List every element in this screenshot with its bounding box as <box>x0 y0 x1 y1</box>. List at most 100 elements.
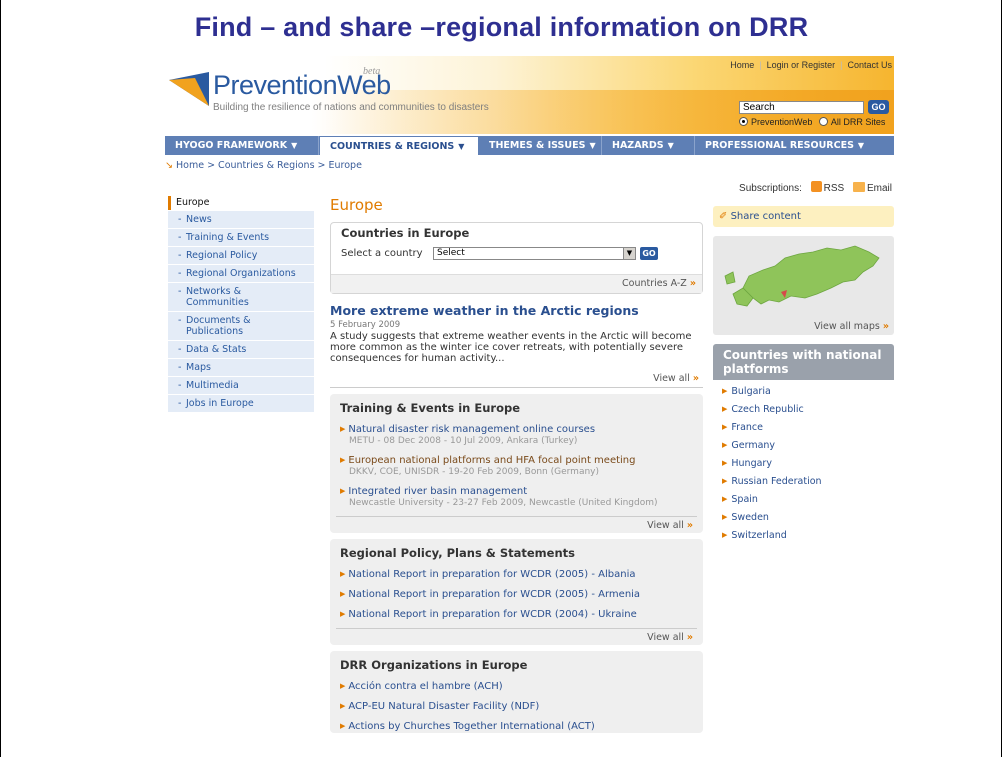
email-icon[interactable] <box>852 182 865 192</box>
contact-us-link[interactable]: Contact Us <box>847 60 892 70</box>
top-links: Home | Login or Register | Contact Us <box>730 60 892 70</box>
list-item-germany[interactable]: ▶ Germany <box>722 440 894 451</box>
logo-beta-label: beta <box>363 66 381 77</box>
map-thumbnail[interactable]: View all maps » <box>713 236 894 335</box>
training-view-all[interactable]: View all » <box>336 516 697 533</box>
sidebar-item-networks-communities[interactable]: - Networks & Communities <box>168 282 314 311</box>
chevron-down-icon: ▼ <box>667 141 674 150</box>
bullet-arrow-icon: ▶ <box>722 423 728 431</box>
list-item-france[interactable]: ▶ France <box>722 422 894 433</box>
search-go-button[interactable]: GO <box>868 100 889 114</box>
bullet-arrow-icon: ▶ <box>340 425 346 433</box>
share-content-button[interactable]: ✐ Share content <box>713 206 894 227</box>
bullet-arrow-icon: ▶ <box>722 405 728 413</box>
sidebar-item-training-events[interactable]: - Training & Events <box>168 228 314 246</box>
list-item-hungary[interactable]: ▶ Hungary <box>722 458 894 469</box>
bullet-arrow-icon: ▶ <box>340 456 346 464</box>
chevron-down-icon[interactable]: ▼ <box>623 248 635 259</box>
search-input[interactable]: Search <box>739 101 864 114</box>
list-item[interactable]: ▶ Natural disaster risk management online… <box>340 423 693 447</box>
drr-organizations-panel: DRR Organizations in Europe ▶ Acción cont… <box>330 651 703 733</box>
sidebar-item-news[interactable]: - News <box>168 210 314 228</box>
bullet-arrow-icon: ▶ <box>722 531 728 539</box>
list-item[interactable]: ▶ ACP-EU Natural Disaster Facility (NDF) <box>340 700 693 713</box>
nav-countries-regions[interactable]: COUNTRIES & REGIONS ▼ <box>319 136 479 155</box>
chevron-down-icon: ▼ <box>291 141 298 150</box>
sidebar-item-maps[interactable]: - Maps <box>168 358 314 376</box>
list-item-switzerland[interactable]: ▶ Switzerland <box>722 530 894 541</box>
list-item[interactable]: ▶ Actions by Churches Together Internatio… <box>340 720 693 733</box>
countries-box: Countries in Europe Select a country Sel… <box>330 222 703 294</box>
left-sidebar: Europe - News - Training & Events - Regiona… <box>168 196 314 412</box>
list-item[interactable]: ▶ European national platforms and HFA foc… <box>340 454 693 478</box>
right-column: ✐ Share content View all maps » Countrie… <box>713 206 894 548</box>
subscriptions: Subscriptions: RSS Email <box>739 181 892 194</box>
bullet-arrow-icon: ▶ <box>722 513 728 521</box>
nav-hazards[interactable]: HAZARDS ▼ <box>602 136 695 155</box>
drr-organizations-heading: DRR Organizations in Europe <box>340 658 528 672</box>
bullet-arrow-icon: ▶ <box>722 459 728 467</box>
sidebar-item-regional-organizations[interactable]: - Regional Organizations <box>168 264 314 282</box>
all-drr-sites-radio[interactable] <box>818 117 828 126</box>
chevron-down-icon: ▼ <box>589 141 596 150</box>
sidebar-item-jobs[interactable]: - Jobs in Europe <box>168 394 314 412</box>
home-link[interactable]: Home <box>730 60 754 70</box>
sidebar-heading[interactable]: Europe <box>168 196 314 210</box>
list-item[interactable]: ▶ Integrated river basin management Newcas… <box>340 485 693 509</box>
list-item[interactable]: ▶ National Report in preparation for WCDR… <box>340 568 693 581</box>
bullet-arrow-icon: ▶ <box>340 590 346 598</box>
countries-box-heading: Countries in Europe <box>341 226 470 240</box>
slide-border-left <box>0 0 1 757</box>
training-events-panel: Training & Events in Europe ▶ Natural dis… <box>330 394 703 533</box>
sidebar-item-documents-publications[interactable]: - Documents & Publications <box>168 311 314 340</box>
country-go-button[interactable]: GO <box>640 247 658 260</box>
policy-view-all[interactable]: View all » <box>336 628 697 645</box>
list-item-russian-federation[interactable]: ▶ Russian Federation <box>722 476 894 487</box>
select-country-label: Select a country <box>341 248 423 259</box>
email-link[interactable]: Email <box>867 183 892 194</box>
view-all-maps-link[interactable]: View all maps » <box>814 321 889 332</box>
sidebar-item-regional-policy[interactable]: - Regional Policy <box>168 246 314 264</box>
regional-policy-panel: Regional Policy, Plans & Statements ▶ Nat… <box>330 539 703 645</box>
news-summary: A study suggests that extreme weather ev… <box>330 331 692 364</box>
breadcrumb: ↘ Home > Countries & Regions > Europe <box>165 160 362 171</box>
rss-link[interactable]: RSS <box>824 183 845 194</box>
news-headline[interactable]: More extreme weather in the Arctic regio… <box>330 303 703 318</box>
slide-title: Find – and share –regional information o… <box>194 12 809 42</box>
login-register-link[interactable]: Login or Register <box>767 60 836 70</box>
news-view-all[interactable]: View all » <box>330 370 703 388</box>
chevron-down-icon: ▼ <box>458 142 465 151</box>
list-item[interactable]: ▶ National Report in preparation for WCDR… <box>340 588 693 601</box>
preventionweb-radio[interactable] <box>739 117 748 126</box>
countries-az-link[interactable]: Countries A-Z » <box>331 274 702 293</box>
national-platforms-heading: Countries with national platforms <box>713 344 894 380</box>
list-item-czech-republic[interactable]: ▶ Czech Republic <box>722 404 894 415</box>
list-item[interactable]: ▶ Acción contra el hambre (ACH) <box>340 680 693 693</box>
regional-policy-heading: Regional Policy, Plans & Statements <box>340 546 575 560</box>
training-events-heading: Training & Events in Europe <box>340 401 521 415</box>
bullet-arrow-icon: ▶ <box>722 495 728 503</box>
nav-professional-resources[interactable]: PROFESSIONAL RESOURCES ▼ <box>695 136 894 155</box>
sidebar-item-multimedia[interactable]: - Multimedia <box>168 376 314 394</box>
bullet-arrow-icon: ▶ <box>340 702 346 710</box>
breadcrumb-arrow-icon: ↘ <box>165 160 173 171</box>
list-item-spain[interactable]: ▶ Spain <box>722 494 894 505</box>
news-date: 5 February 2009 <box>330 320 401 330</box>
page-title: Europe <box>330 196 383 214</box>
bullet-arrow-icon: ▶ <box>340 610 346 618</box>
national-platforms-list: ▶ Bulgaria ▶ Czech Republic ▶ France ▶ Germa… <box>713 380 894 541</box>
rss-icon[interactable] <box>810 181 822 192</box>
list-item[interactable]: ▶ National Report in preparation for WCDR… <box>340 608 693 621</box>
bullet-arrow-icon: ▶ <box>722 387 728 395</box>
webpage-screenshot: PreventionWeb beta Building the resilien… <box>160 56 894 757</box>
sidebar-item-data-stats[interactable]: - Data & Stats <box>168 340 314 358</box>
bullet-arrow-icon: ▶ <box>340 722 346 730</box>
site-tagline: Building the resilience of nations and c… <box>213 102 489 113</box>
bullet-arrow-icon: ▶ <box>722 441 728 449</box>
list-item-bulgaria[interactable]: ▶ Bulgaria <box>722 386 894 397</box>
country-select[interactable]: Select ▼ <box>433 247 636 260</box>
list-item-sweden[interactable]: ▶ Sweden <box>722 512 894 523</box>
nav-hyogo-framework[interactable]: HYOGO FRAMEWORK ▼ <box>165 136 319 155</box>
slide-border-right <box>1001 0 1002 757</box>
nav-themes-issues[interactable]: THEMES & ISSUES ▼ <box>479 136 602 155</box>
